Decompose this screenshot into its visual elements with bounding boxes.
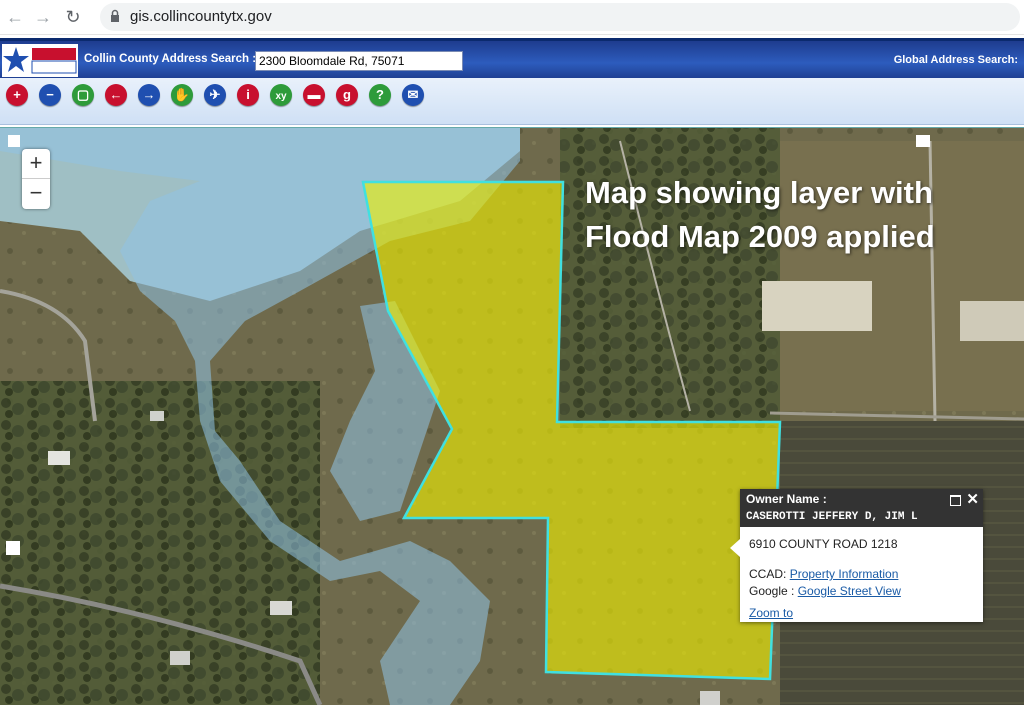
envelope-icon: ✉: [407, 87, 419, 102]
ruler-icon: ▬: [307, 87, 321, 102]
annotation-line-2: Flood Map 2009 applied: [585, 219, 935, 254]
parcel-popup: Owner Name : CASEROTTI JEFFERY D, JIM L …: [730, 489, 983, 622]
minus-icon: −: [46, 87, 54, 102]
person-icon: ✈: [209, 87, 221, 102]
popup-pointer: [730, 539, 740, 557]
owner-name: CASEROTTI JEFFERY D, JIM L: [746, 511, 918, 523]
popup-header: Owner Name : CASEROTTI JEFFERY D, JIM L …: [740, 489, 983, 527]
xy-icon: xy: [275, 91, 287, 102]
ruler-tool[interactable]: ▬: [303, 84, 325, 106]
next-extent-tool[interactable]: →: [138, 84, 160, 106]
global-search-label: Global Address Search:: [893, 54, 1018, 66]
parcel-address: 6910 COUNTY ROAD 1218: [749, 537, 898, 551]
plus-icon: +: [13, 87, 21, 102]
google-tool[interactable]: g: [336, 84, 358, 106]
reload-icon[interactable]: ↻: [62, 6, 84, 28]
map-annotation: Map showing layer with Flood Map 2009 ap…: [585, 171, 935, 259]
lock-icon: [111, 9, 119, 22]
map-view[interactable]: + − Map showing layer with Flood Map 200…: [0, 127, 1024, 705]
page-icon: ▢: [76, 87, 90, 102]
annotation-line-1: Map showing layer with: [585, 175, 933, 210]
zoom-in-button[interactable]: +: [22, 149, 50, 179]
popup-title: Owner Name :: [746, 492, 827, 506]
full-extent-tool[interactable]: ▢: [72, 84, 94, 106]
ccad-row: CCAD: Property Information: [749, 567, 974, 581]
url-text: gis.collincountytx.gov: [130, 8, 272, 25]
question-icon: ?: [376, 87, 384, 102]
zoom-to-link[interactable]: Zoom to: [749, 606, 793, 620]
google-icon: g: [343, 87, 351, 102]
close-icon[interactable]: ✕: [966, 490, 979, 508]
zoom-in-tool[interactable]: +: [6, 84, 28, 106]
google-row: Google : Google Street View: [749, 584, 974, 598]
google-street-view-link[interactable]: Google Street View: [798, 584, 901, 598]
app-header: Collin County Address Search : Global Ad…: [0, 38, 1024, 81]
zoom-row: Zoom to: [749, 606, 974, 620]
right-arrow-icon: →: [142, 87, 156, 102]
maximize-icon[interactable]: [950, 495, 961, 506]
address-search-input[interactable]: [255, 51, 463, 71]
ccad-label: CCAD:: [749, 567, 787, 581]
search-label: Collin County Address Search :: [84, 53, 257, 65]
back-arrow-icon[interactable]: ←: [4, 6, 26, 28]
help-tool[interactable]: ?: [369, 84, 391, 106]
property-information-link[interactable]: Property Information: [790, 567, 899, 581]
info-icon: i: [246, 87, 250, 102]
collin-county-logo: [2, 44, 78, 77]
google-label: Google :: [749, 584, 795, 598]
pan-tool[interactable]: ✋: [171, 84, 193, 106]
measure-tool[interactable]: ✈: [204, 84, 226, 106]
map-toolbar: + − ▢ ← → ✋ ✈ i xy ▬ g? ✉: [0, 78, 1024, 125]
browser-bar: ← → ↻ gis.collincountytx.gov: [0, 0, 1024, 35]
zoom-out-button[interactable]: −: [22, 179, 50, 208]
identify-tool[interactable]: i: [237, 84, 259, 106]
xy-tool[interactable]: xy: [270, 84, 292, 106]
left-arrow-icon: ←: [109, 87, 123, 102]
hand-icon: ✋: [173, 87, 191, 102]
forward-arrow-icon[interactable]: →: [32, 6, 54, 28]
zoom-out-tool[interactable]: −: [39, 84, 61, 106]
email-tool[interactable]: ✉: [402, 84, 424, 106]
zoom-control: + −: [22, 149, 50, 209]
previous-extent-tool[interactable]: ←: [105, 84, 127, 106]
address-bar[interactable]: gis.collincountytx.gov: [100, 3, 1020, 31]
popup-body: 6910 COUNTY ROAD 1218 CCAD: Property Inf…: [740, 527, 983, 633]
